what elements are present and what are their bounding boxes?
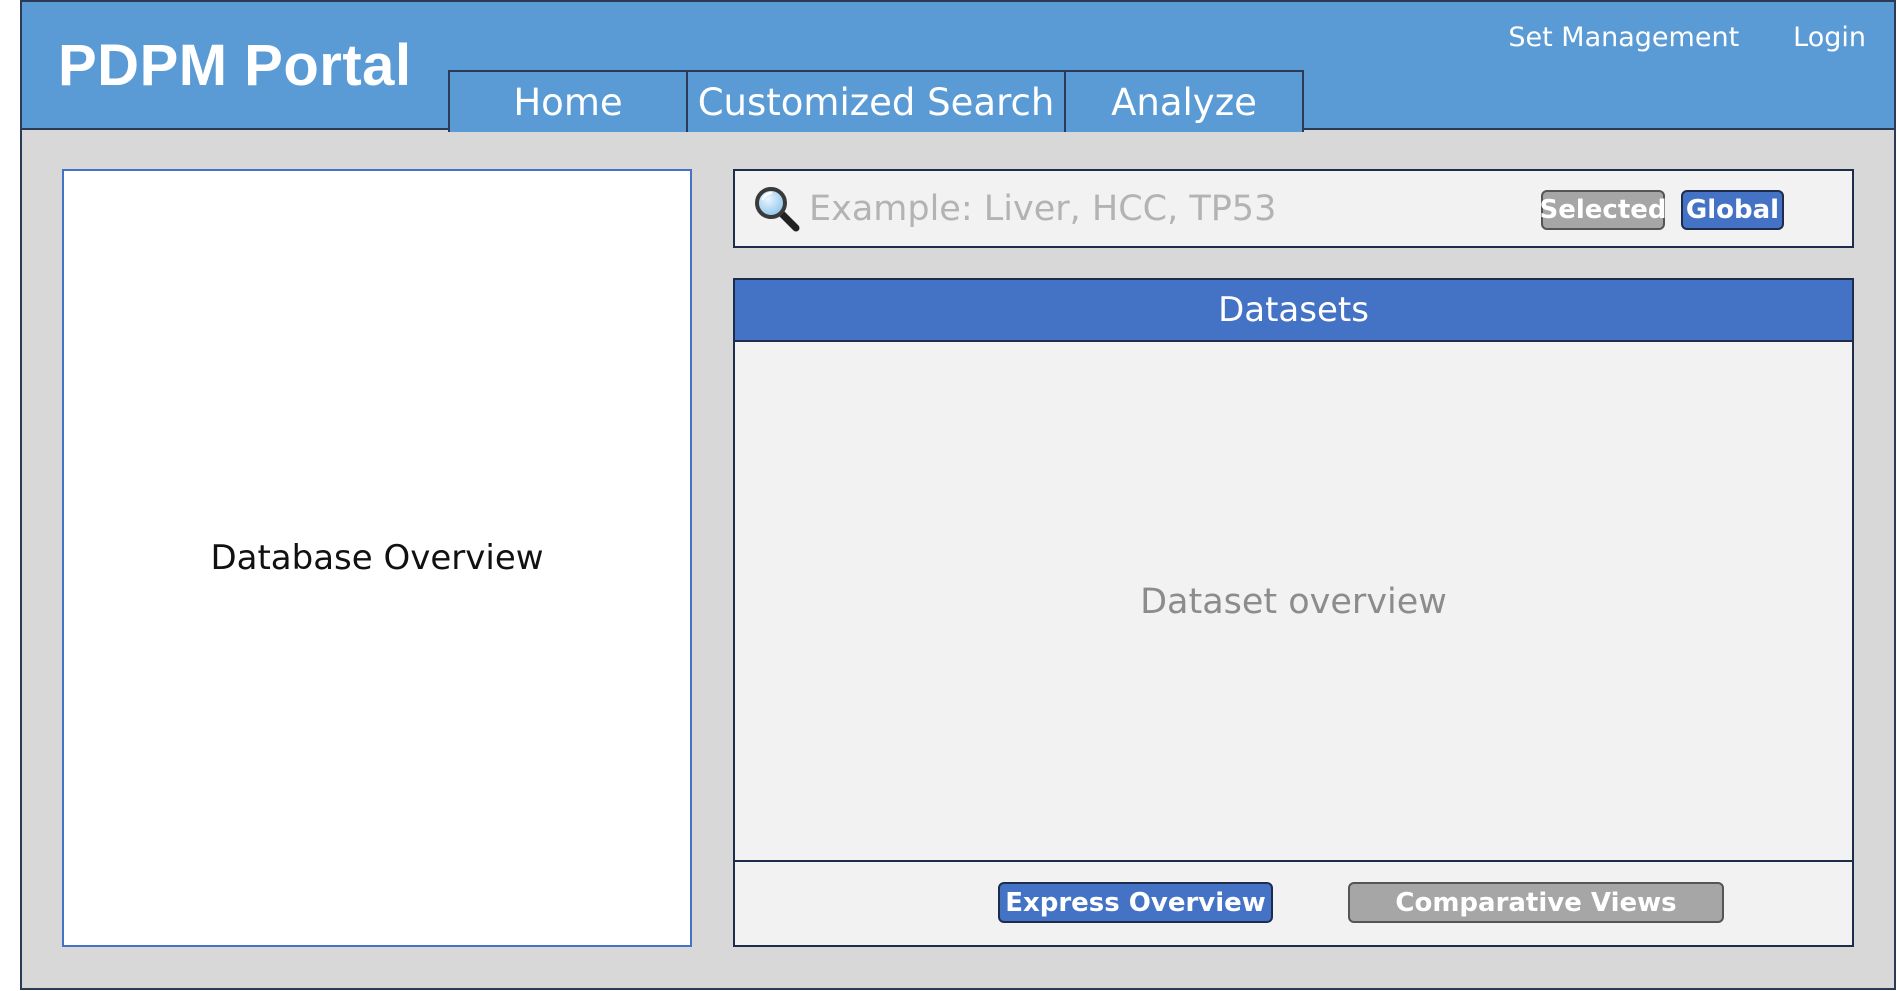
brand-title: PDPM Portal xyxy=(58,33,412,98)
tab-home[interactable]: Home xyxy=(448,70,688,132)
database-overview-label: Database Overview xyxy=(210,538,544,578)
tab-customized-search[interactable]: Customized Search xyxy=(686,70,1066,132)
search-input[interactable] xyxy=(809,183,1519,235)
express-overview-button[interactable]: Express Overview xyxy=(998,882,1273,923)
dataset-overview-label: Dataset overview xyxy=(1140,582,1447,622)
datasets-header: Datasets xyxy=(735,280,1852,342)
dataset-overview-area: Dataset overview xyxy=(735,342,1852,862)
search-icon xyxy=(755,187,800,232)
datasets-footer: Express Overview Comparative Views xyxy=(735,860,1852,945)
global-scope-button[interactable]: Global xyxy=(1681,190,1784,230)
login-link[interactable]: Login xyxy=(1793,22,1866,53)
comparative-views-button[interactable]: Comparative Views xyxy=(1348,882,1724,923)
main-nav: Home Customized Search Analyze xyxy=(448,70,1304,132)
set-management-link[interactable]: Set Management xyxy=(1508,22,1739,53)
selected-scope-button[interactable]: Selected xyxy=(1540,190,1667,230)
datasets-panel: Datasets Dataset overview Express Overvi… xyxy=(733,278,1854,947)
top-header: PDPM Portal Home Customized Search Analy… xyxy=(20,0,1896,132)
search-bar: Selected Global xyxy=(733,169,1854,248)
header-links: Set Management Login xyxy=(1508,22,1866,53)
database-overview-panel: Database Overview xyxy=(62,169,692,947)
tab-analyze[interactable]: Analyze xyxy=(1064,70,1304,132)
